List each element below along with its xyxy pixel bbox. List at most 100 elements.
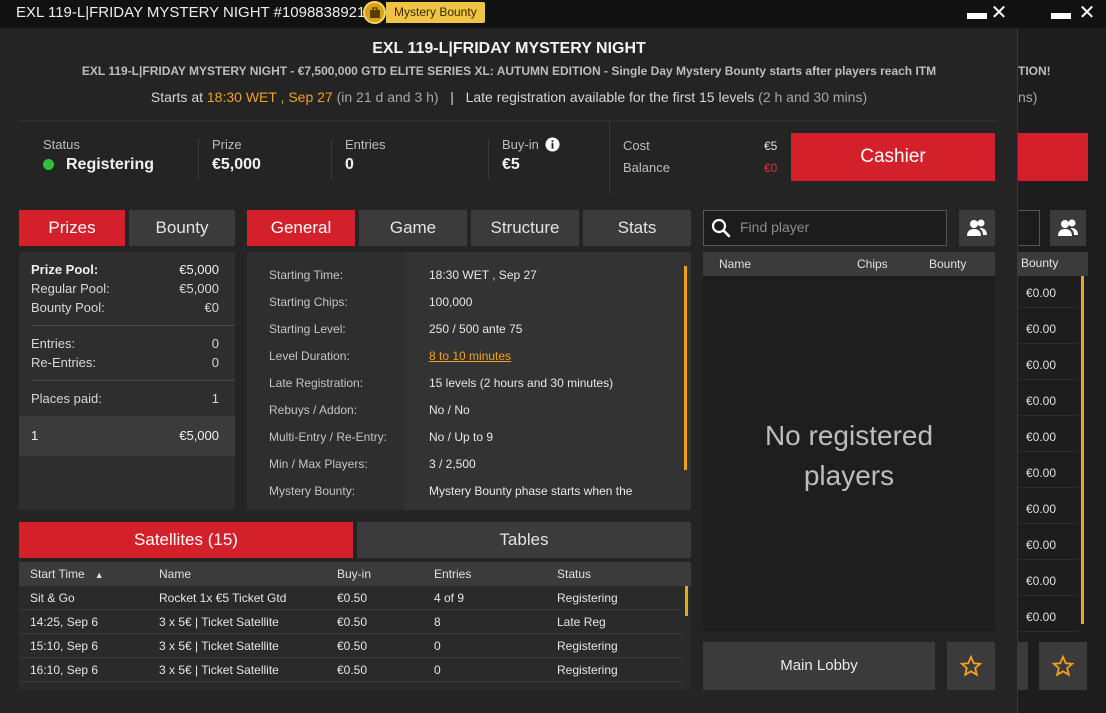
bg-cashier-button[interactable] — [1018, 133, 1088, 181]
col-bounty[interactable]: Bounty — [929, 257, 966, 271]
satellite-row[interactable]: 15:10, Sep 6 3 x 5€ | Ticket Satellite €0.… — [19, 634, 683, 658]
general-row-label: Late Registration: — [269, 376, 364, 390]
find-player-input[interactable] — [740, 219, 940, 235]
tab-tables[interactable]: Tables — [357, 522, 691, 558]
tab-prizes[interactable]: Prizes — [19, 210, 125, 246]
status-dot — [43, 159, 54, 170]
divider — [609, 121, 610, 193]
divider — [331, 139, 332, 179]
general-row: Level Duration: 8 to 10 minutes — [269, 349, 689, 363]
satellite-row[interactable]: Sit & Go Rocket 1x €5 Ticket Gtd €0.50 4 of… — [19, 586, 683, 610]
general-panel: Starting Time: 18:30 WET , Sep 27 Starting… — [247, 252, 691, 510]
reentries-label: Re-Entries: — [31, 355, 97, 370]
entries-block: Entries 0 — [345, 137, 385, 174]
col-start-time[interactable]: Start Time ▲ — [30, 567, 104, 581]
bg-bounty-cell: €0.00 — [1018, 422, 1078, 452]
reentries-value: 0 — [211, 355, 219, 370]
general-row: Starting Level: 250 / 500 ante 75 — [269, 322, 689, 336]
satellites-scrollbar[interactable] — [685, 586, 688, 616]
bg-minimize-button[interactable]: ▬ — [1050, 2, 1072, 24]
bg-scrollbar[interactable] — [1081, 276, 1084, 624]
minimize-button[interactable]: ▬ — [966, 2, 988, 24]
bg-close-button[interactable]: ✕ — [1076, 2, 1098, 24]
payout-row-content: 1 €5,000 — [31, 428, 219, 443]
divider — [198, 139, 199, 179]
search-icon — [711, 218, 731, 238]
prizes-entries-value: 0 — [211, 336, 219, 351]
entries-label: Entries — [345, 137, 386, 152]
friends-button[interactable] — [959, 210, 995, 246]
star-icon — [1052, 655, 1074, 677]
bg-bounty-cell: €0.00 — [1018, 566, 1078, 596]
general-row-label: Starting Chips: — [269, 295, 348, 309]
general-row-value: 100,000 — [429, 295, 473, 309]
general-row-value: 3 / 2,500 — [429, 457, 476, 471]
bg-friends-button[interactable] — [1050, 210, 1086, 246]
col-sat-status[interactable]: Status — [557, 567, 591, 581]
payout-amount: €5,000 — [179, 428, 219, 443]
start-time-line: Starts at 18:30 WET , Sep 27 (in 21 d an… — [0, 89, 1018, 105]
col-sat-entries[interactable]: Entries — [434, 567, 471, 581]
bg-bounty-cell: €0.00 — [1018, 314, 1078, 344]
col-chips[interactable]: Chips — [857, 257, 888, 271]
general-row-label: Level Duration: — [269, 349, 350, 363]
satellite-row[interactable]: 16:10, Sep 6 3 x 5€ | Ticket Satellite €0.… — [19, 658, 683, 682]
satellite-status: Registering — [557, 663, 618, 677]
favorite-button[interactable] — [947, 642, 995, 690]
bounty-pool-row: Bounty Pool: €0 — [31, 300, 219, 315]
general-row-label: Rebuys / Addon: — [269, 403, 358, 417]
divider — [31, 325, 235, 326]
tab-bounty[interactable]: Bounty — [129, 210, 235, 246]
bg-main-lobby-button[interactable] — [1018, 642, 1028, 690]
satellites-header: Start Time ▲ Name Buy-in Entries Status — [19, 562, 691, 586]
buyin-label-wrap: Buy-in — [502, 137, 561, 152]
general-scrollbar[interactable] — [684, 266, 687, 470]
late-reg-duration: (2 h and 30 mins) — [758, 89, 868, 105]
tab-general[interactable]: General — [247, 210, 355, 246]
tab-game[interactable]: Game — [359, 210, 467, 246]
window-title: EXL 119-L|FRIDAY MYSTERY NIGHT #10988389… — [16, 4, 366, 21]
col-sat-buyin[interactable]: Buy-in — [337, 567, 371, 581]
cost-value: €5 — [764, 139, 778, 153]
satellite-entries: 0 — [434, 639, 441, 653]
bg-search-input[interactable] — [1018, 210, 1040, 246]
tab-structure[interactable]: Structure — [471, 210, 579, 246]
satellite-time: 15:10, Sep 6 — [30, 639, 99, 653]
satellites-list: Sit & Go Rocket 1x €5 Ticket Gtd €0.50 4 of… — [19, 586, 691, 690]
general-row: Starting Chips: 100,000 — [269, 295, 689, 309]
mystery-bounty-icon — [363, 1, 386, 24]
tab-satellites[interactable]: Satellites (15) — [19, 522, 353, 558]
prizes-panel: Prize Pool: €5,000 Regular Pool: €5,000 Bo… — [19, 252, 235, 510]
mystery-bounty-badge: Mystery Bounty — [386, 2, 485, 23]
satellite-name: 3 x 5€ | Ticket Satellite — [159, 639, 279, 653]
general-row: Late Registration: 15 levels (2 hours and… — [269, 376, 689, 390]
prize-block: Prize €5,000 — [212, 137, 261, 174]
level-duration-link[interactable]: 8 to 10 minutes — [429, 349, 511, 363]
satellite-status: Late Reg — [557, 615, 606, 629]
status-block: Status Registering — [43, 137, 154, 174]
satellite-row[interactable]: 14:25, Sep 6 3 x 5€ | Ticket Satellite €0.… — [19, 610, 683, 634]
bg-favorite-button[interactable] — [1039, 642, 1087, 690]
general-row-value: Mystery Bounty phase starts when the — [429, 484, 633, 498]
tab-stats[interactable]: Stats — [583, 210, 691, 246]
close-button[interactable]: ✕ — [988, 2, 1010, 24]
main-lobby-button[interactable]: Main Lobby — [703, 642, 935, 690]
bg-bounty-cell: €0.00 — [1018, 458, 1078, 488]
satellite-entries: 8 — [434, 615, 441, 629]
info-icon[interactable] — [545, 137, 561, 152]
col-sat-name[interactable]: Name — [159, 567, 191, 581]
status-value: Registering — [66, 156, 155, 173]
prize-pool-label: Prize Pool: — [31, 262, 99, 277]
cashier-button[interactable]: Cashier — [791, 133, 995, 181]
prizes-entries-row: Entries: 0 — [31, 336, 219, 351]
general-row-label: Starting Time: — [269, 268, 344, 282]
prizes-entries-label: Entries: — [31, 336, 76, 351]
cost-label: Cost — [623, 138, 650, 153]
bg-bounty-cell: €0.00 — [1018, 530, 1078, 560]
regular-pool-row: Regular Pool: €5,000 — [31, 281, 219, 296]
col-name[interactable]: Name — [719, 257, 751, 271]
general-row-value: 15 levels (2 hours and 30 minutes) — [429, 376, 614, 390]
background-window: ▬ ✕ TION! ns) Bounty €0.00 €0.00 €0.00 €0.0… — [1010, 0, 1106, 713]
satellite-time: Sit & Go — [30, 591, 75, 605]
general-row: Min / Max Players: 3 / 2,500 — [269, 457, 689, 471]
